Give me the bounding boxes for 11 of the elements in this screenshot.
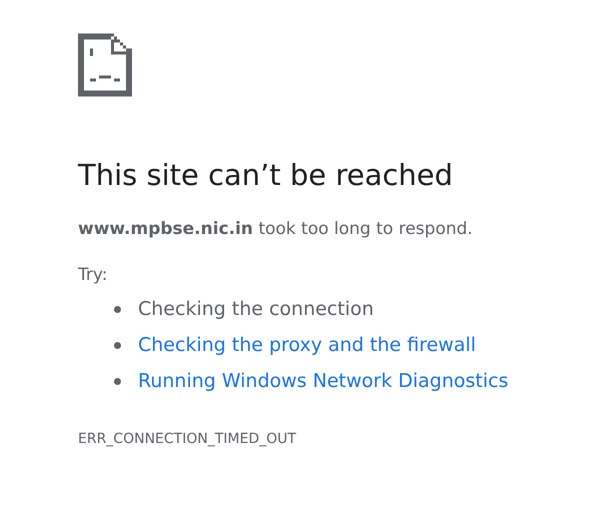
bullet-icon (114, 306, 121, 312)
suggestion-link[interactable]: Running Windows Network Diagnostics (138, 366, 508, 396)
error-heading: This site can’t be reached (78, 157, 454, 193)
suggestion-link[interactable]: Checking the proxy and the firewall (138, 330, 476, 360)
try-label: Try: (78, 264, 108, 287)
error-description: www.mpbse.nic.in took too long to respond. (78, 218, 474, 241)
sad-page-icon (78, 33, 132, 97)
bullet-icon (114, 342, 121, 348)
error-code: ERR_CONNECTION_TIMED_OUT (78, 430, 298, 449)
bullet-icon (114, 378, 121, 384)
suggestion-text: Checking the connection (138, 296, 374, 322)
